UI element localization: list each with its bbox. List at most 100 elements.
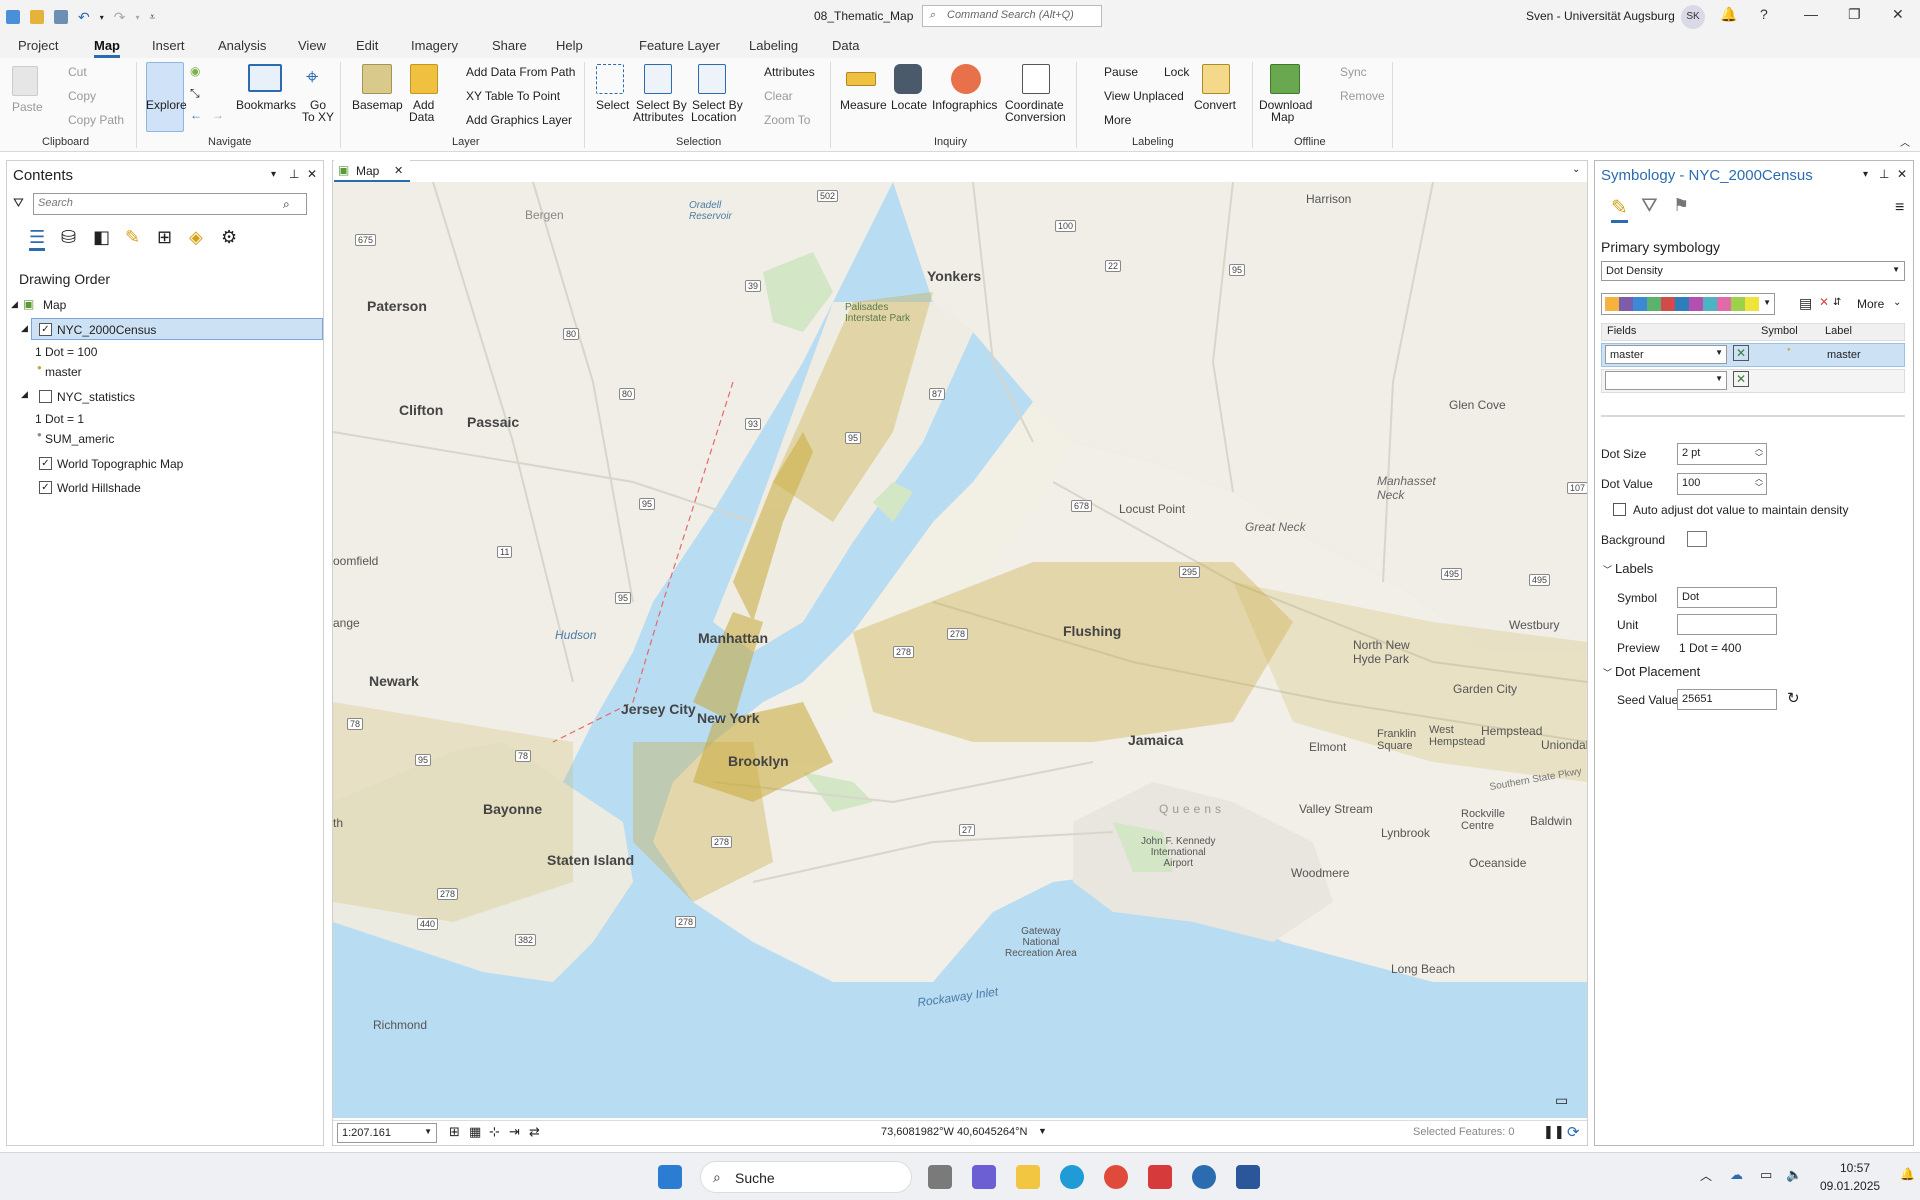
lock-labeling-button[interactable]: Lock bbox=[1164, 65, 1189, 79]
close-pane-icon[interactable]: ✕ bbox=[1897, 167, 1907, 181]
network-icon[interactable]: ▭ bbox=[1760, 1167, 1772, 1183]
spinner-icon[interactable]: ︿ ﹀ bbox=[1755, 474, 1763, 492]
advanced-symbology-tab-icon[interactable]: ⚑ bbox=[1673, 195, 1689, 216]
layer-name[interactable]: World Hillshade bbox=[57, 481, 141, 495]
sync-button[interactable]: Sync bbox=[1340, 65, 1367, 79]
symbology-method-select[interactable]: Dot Density ▼ bbox=[1601, 261, 1905, 281]
labels-collapse-icon[interactable]: ﹀ bbox=[1603, 563, 1612, 576]
word-icon[interactable] bbox=[1236, 1165, 1260, 1189]
task-view-icon[interactable] bbox=[928, 1165, 952, 1189]
edge-icon[interactable] bbox=[1060, 1165, 1084, 1189]
copy-button[interactable]: Copy bbox=[68, 89, 96, 103]
clear-button[interactable]: Clear bbox=[764, 89, 793, 103]
taskbar-search[interactable]: ⌕ Suche bbox=[700, 1161, 912, 1193]
placement-collapse-icon[interactable]: ﹀ bbox=[1603, 666, 1612, 679]
tab-map[interactable]: Map bbox=[94, 38, 120, 58]
explore-button[interactable]: Explore bbox=[146, 98, 187, 112]
arcgis-pro-icon[interactable] bbox=[1192, 1165, 1216, 1189]
splitter[interactable] bbox=[1601, 415, 1905, 417]
tab-analysis[interactable]: Analysis bbox=[218, 38, 266, 53]
basemap-button[interactable]: Basemap bbox=[352, 98, 403, 112]
contents-search-input[interactable]: Search bbox=[33, 193, 307, 215]
chrome-icon[interactable] bbox=[1104, 1165, 1128, 1189]
layer-expand-icon[interactable]: ◢ bbox=[21, 323, 28, 334]
tab-imagery[interactable]: Imagery bbox=[411, 38, 458, 53]
dot-placement-section[interactable]: Dot Placement bbox=[1615, 664, 1700, 679]
layer-name[interactable]: World Topographic Map bbox=[57, 457, 183, 471]
symbol-input[interactable]: Dot bbox=[1677, 587, 1777, 608]
map-expand-icon[interactable]: ◢ bbox=[11, 299, 18, 310]
navigation-options-icon[interactable]: ⇄ bbox=[529, 1124, 540, 1140]
pane-options-icon[interactable]: ▾ bbox=[1863, 169, 1868, 180]
show-hidden-icons-icon[interactable]: ︿ bbox=[1700, 1167, 1712, 1184]
select-button[interactable]: Select bbox=[596, 98, 629, 112]
labels-section[interactable]: Labels bbox=[1615, 561, 1653, 576]
tab-feature-layer[interactable]: Feature Layer bbox=[639, 38, 720, 53]
full-extent-icon[interactable]: ◉ bbox=[190, 64, 200, 78]
new-project-icon[interactable] bbox=[6, 10, 20, 24]
color-scheme-select[interactable]: ▼ bbox=[1601, 293, 1775, 315]
collapse-ribbon-icon[interactable]: ︿ bbox=[1900, 134, 1910, 149]
xy-table-to-point-button[interactable]: XY Table To Point bbox=[466, 89, 560, 103]
refresh-icon[interactable]: ⟳ bbox=[1567, 1123, 1580, 1141]
avatar[interactable]: SK bbox=[1681, 5, 1705, 29]
file-explorer-icon[interactable] bbox=[1016, 1165, 1040, 1189]
undo-icon[interactable]: ↶ bbox=[78, 9, 90, 26]
measure-button[interactable]: Measure bbox=[840, 98, 887, 112]
dot-size-input[interactable]: 2 pt ︿ ﹀ bbox=[1677, 443, 1767, 465]
attributes-button[interactable]: Attributes bbox=[764, 65, 815, 79]
close-map-tab-icon[interactable]: ✕ bbox=[394, 164, 403, 177]
more-labeling-button[interactable]: More bbox=[1104, 113, 1131, 127]
clock-time[interactable]: 10:57 bbox=[1840, 1161, 1870, 1175]
paste-button[interactable]: Paste bbox=[12, 100, 43, 114]
pin-icon[interactable]: ⊥ bbox=[1879, 167, 1889, 181]
scale-select[interactable]: 1:207.161 ▼ bbox=[337, 1123, 437, 1143]
field-select-empty[interactable]: ▼ bbox=[1605, 371, 1727, 390]
redo-dropdown-icon[interactable]: ▾ bbox=[135, 13, 139, 22]
tab-labeling[interactable]: Labeling bbox=[749, 38, 798, 53]
close-icon[interactable]: ✕ bbox=[1892, 6, 1904, 23]
table-icon[interactable]: ▦ bbox=[469, 1124, 481, 1140]
expression-icon[interactable]: ✕ bbox=[1733, 345, 1749, 361]
clock-date[interactable]: 09.01.2025 bbox=[1820, 1179, 1880, 1193]
tab-map-view[interactable]: ▣ Map ✕ bbox=[334, 160, 410, 182]
recorder-icon[interactable] bbox=[1148, 1165, 1172, 1189]
next-extent-icon[interactable]: → bbox=[212, 108, 224, 122]
copy-path-button[interactable]: Copy Path bbox=[68, 113, 124, 127]
tab-project[interactable]: Project bbox=[18, 38, 58, 53]
convert-button[interactable]: Convert bbox=[1194, 98, 1236, 112]
seed-value-input[interactable]: 25651 bbox=[1677, 689, 1777, 710]
map-canvas[interactable]: Manhattan New York Brooklyn Jersey City … bbox=[333, 182, 1587, 1118]
pane-options-icon[interactable]: ▾ bbox=[271, 169, 276, 180]
add-data-from-path-button[interactable]: Add Data From Path bbox=[466, 65, 575, 79]
selected-features[interactable]: Selected Features: 0 bbox=[1413, 1126, 1515, 1138]
locate-button[interactable]: Locate bbox=[891, 98, 927, 112]
menu-icon[interactable]: ≡ bbox=[1895, 199, 1904, 217]
cut-button[interactable]: Cut bbox=[68, 65, 87, 79]
pause-labeling-button[interactable]: Pause bbox=[1104, 65, 1138, 79]
layer-visibility-checkbox[interactable]: ✓ bbox=[39, 457, 52, 470]
add-graphics-layer-button[interactable]: Add Graphics Layer bbox=[466, 113, 572, 127]
coordinate-format-icon[interactable]: ▼ bbox=[1038, 1126, 1047, 1136]
spinner-icon[interactable]: ︿ ﹀ bbox=[1755, 444, 1763, 462]
undo-dropdown-icon[interactable]: ▾ bbox=[100, 13, 104, 22]
pause-drawing-icon[interactable]: ❚❚ bbox=[1543, 1124, 1565, 1140]
table-view-icon[interactable]: ▤ bbox=[1799, 295, 1812, 312]
layer-name[interactable]: NYC_2000Census bbox=[57, 323, 156, 337]
remove-button[interactable]: Remove bbox=[1340, 89, 1385, 103]
filter-icon[interactable]: ⛛ bbox=[13, 195, 24, 211]
background-color-swatch[interactable] bbox=[1687, 531, 1707, 547]
reorder-icon[interactable]: ⇵ bbox=[1833, 297, 1841, 308]
dot-symbol[interactable]: ● bbox=[1787, 347, 1791, 353]
volume-icon[interactable]: 🔈 bbox=[1786, 1167, 1802, 1183]
refresh-seed-icon[interactable]: ↻ bbox=[1787, 689, 1800, 707]
infographics-button[interactable]: Infographics bbox=[932, 98, 997, 112]
list-by-editing-icon[interactable]: ✎ bbox=[125, 227, 140, 248]
tab-help[interactable]: Help bbox=[556, 38, 583, 53]
command-search-input[interactable]: ⌕ Command Search (Alt+Q) bbox=[922, 5, 1102, 27]
unit-input[interactable] bbox=[1677, 614, 1777, 635]
list-by-snapping-icon[interactable]: ⊞ bbox=[157, 227, 172, 248]
pin-icon[interactable]: ⊥ bbox=[289, 167, 299, 181]
auto-adjust-checkbox[interactable] bbox=[1613, 503, 1626, 516]
notification-bell-icon[interactable]: 🔔 bbox=[1900, 1167, 1915, 1181]
